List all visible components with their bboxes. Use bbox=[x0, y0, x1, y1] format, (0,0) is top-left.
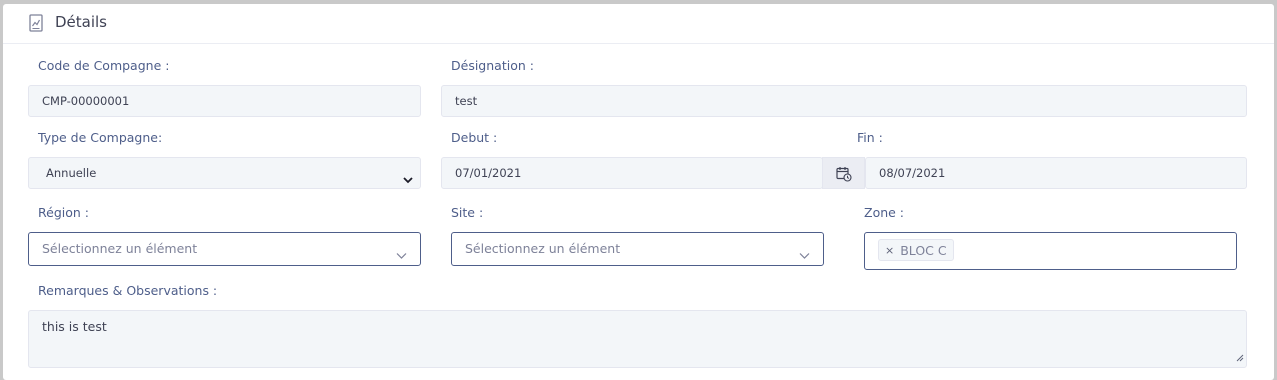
calendar-icon bbox=[836, 167, 852, 182]
type-selected-value: Annuelle bbox=[46, 166, 97, 180]
remarks-text: this is test bbox=[42, 319, 107, 334]
details-card: Détails Code de Compagne : CMP-00000001 … bbox=[3, 4, 1274, 380]
debut-date-input[interactable]: 07/01/2021 bbox=[441, 157, 823, 189]
region-select[interactable]: Sélectionnez un élément bbox=[28, 232, 421, 266]
zone-tag: × BLOC C bbox=[878, 239, 954, 261]
code-input[interactable]: CMP-00000001 bbox=[28, 85, 421, 117]
region-placeholder: Sélectionnez un élément bbox=[42, 241, 198, 256]
card-title: Détails bbox=[55, 13, 108, 31]
zone-tag-label: BLOC C bbox=[900, 242, 947, 258]
resize-handle-icon[interactable] bbox=[1236, 350, 1244, 365]
chevron-down-icon bbox=[402, 167, 414, 188]
remarks-textarea[interactable]: this is test bbox=[28, 310, 1247, 368]
remove-tag-icon[interactable]: × bbox=[885, 244, 894, 257]
code-label: Code de Compagne : bbox=[38, 58, 170, 73]
region-label: Région : bbox=[38, 205, 89, 220]
site-label: Site : bbox=[451, 205, 484, 220]
type-select[interactable]: Annuelle bbox=[28, 157, 421, 189]
designation-input[interactable]: test bbox=[441, 85, 1247, 117]
debut-label: Debut : bbox=[451, 130, 498, 145]
card-header: Détails bbox=[3, 4, 1274, 44]
site-select[interactable]: Sélectionnez un élément bbox=[451, 232, 824, 266]
fin-date-input[interactable]: 08/07/2021 bbox=[865, 157, 1247, 189]
site-placeholder: Sélectionnez un élément bbox=[465, 241, 621, 256]
chevron-down-icon bbox=[799, 245, 810, 264]
fin-label: Fin : bbox=[857, 130, 883, 145]
designation-label: Désignation : bbox=[451, 58, 534, 73]
type-label: Type de Compagne: bbox=[38, 130, 163, 145]
remarks-label: Remarques & Observations : bbox=[38, 283, 218, 298]
chevron-down-icon bbox=[396, 245, 407, 264]
report-icon bbox=[29, 14, 43, 32]
zone-multiselect[interactable]: × BLOC C bbox=[864, 232, 1237, 270]
zone-label: Zone : bbox=[864, 205, 905, 220]
calendar-button[interactable] bbox=[822, 157, 865, 189]
